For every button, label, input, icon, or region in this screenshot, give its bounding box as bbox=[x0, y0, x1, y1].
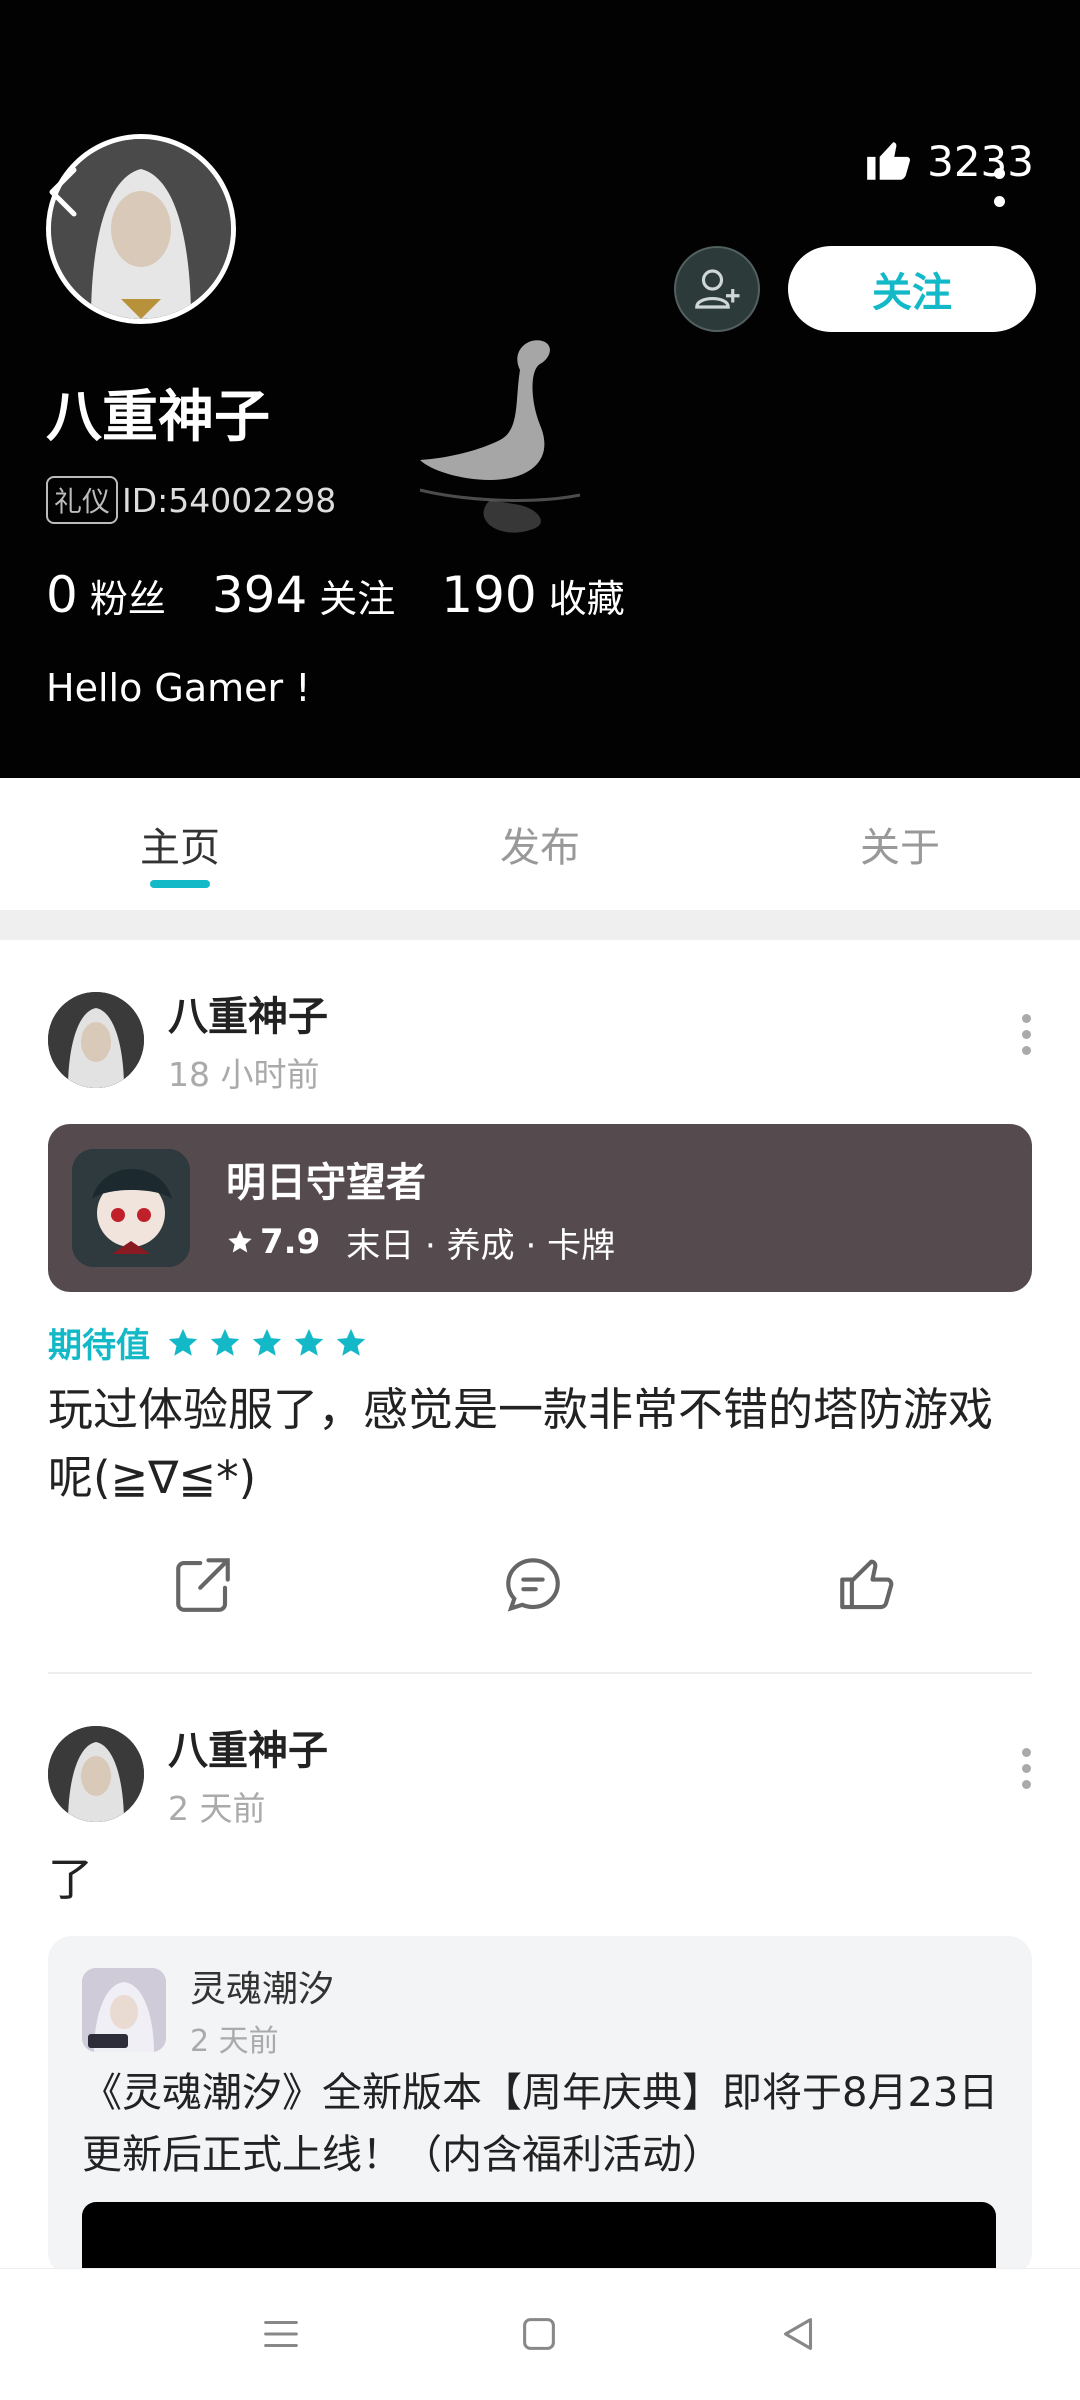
expectation-label: 期待值 bbox=[48, 1326, 150, 1366]
post-author-name[interactable]: 八重神子 bbox=[168, 984, 328, 1042]
profile-header: 3233 关注 八重神子 礼仪 ID:54002298 0 粉丝 394 关注 … bbox=[0, 0, 1080, 778]
shared-post-time: 2 天前 bbox=[190, 2024, 279, 2059]
post-content[interactable]: 了 bbox=[48, 1846, 1032, 1914]
like-icon[interactable] bbox=[834, 1552, 900, 1618]
back-arrow-icon[interactable] bbox=[44, 162, 84, 222]
post-content[interactable]: 玩过体验服了，感觉是一款非常不错的塔防游戏呢(≧∇≦*) bbox=[48, 1376, 1032, 1512]
profile-tabs: 主页 发布 关于 bbox=[0, 778, 1080, 910]
post-actions bbox=[0, 1552, 1080, 1632]
post-header: 八重神子 2 天前 bbox=[48, 1718, 328, 1830]
shared-post-card[interactable]: 灵魂潮汐 2 天前 《灵魂潮汐》全新版本【周年庆典】即将于8月23日更新后正式上… bbox=[48, 1936, 1032, 2276]
fans-label[interactable]: 粉丝 bbox=[90, 568, 166, 623]
more-options-icon[interactable] bbox=[992, 162, 1006, 212]
post-separator bbox=[48, 1672, 1032, 1674]
star-icon bbox=[168, 1328, 198, 1356]
game-tags: 末日 · 养成 · 卡牌 bbox=[346, 1225, 616, 1266]
star-icon bbox=[336, 1328, 366, 1356]
post-more-icon[interactable] bbox=[1020, 1738, 1034, 1798]
profile-stats: 0 粉丝 394 关注 190 收藏 bbox=[46, 566, 671, 624]
add-user-icon bbox=[695, 269, 740, 309]
share-icon[interactable] bbox=[170, 1552, 236, 1618]
swan-background-image bbox=[419, 340, 581, 533]
system-navigation-bar bbox=[0, 2268, 1080, 2400]
shared-post-text: 《灵魂潮汐》全新版本【周年庆典】即将于8月23日更新后正式上线！（内含福利活动） bbox=[82, 2070, 999, 2178]
shared-author-avatar bbox=[82, 1968, 166, 2052]
game-icon bbox=[72, 1149, 190, 1267]
profile-bio: Hello Gamer ! bbox=[46, 666, 311, 710]
post-header: 八重神子 18 小时前 bbox=[48, 984, 328, 1096]
game-card[interactable]: 明日守望者 7.9 末日 · 养成 · 卡牌 bbox=[48, 1124, 1032, 1292]
etiquette-badge: 礼仪 bbox=[46, 476, 119, 524]
likes-value: 3233 bbox=[927, 136, 1034, 186]
profile-id: ID:54002298 bbox=[122, 480, 337, 520]
menu-icon[interactable] bbox=[258, 2311, 304, 2357]
post-author-avatar[interactable] bbox=[48, 1726, 144, 1822]
fans-count[interactable]: 0 bbox=[46, 566, 78, 624]
post-time: 2 天前 bbox=[168, 1789, 266, 1828]
game-score: 7.9 bbox=[260, 1222, 321, 1262]
favorites-label[interactable]: 收藏 bbox=[549, 568, 625, 623]
section-divider bbox=[0, 910, 1080, 940]
post-time: 18 小时前 bbox=[168, 1055, 320, 1094]
star-icon bbox=[294, 1328, 324, 1356]
following-count[interactable]: 394 bbox=[212, 566, 307, 624]
follow-button[interactable]: 关注 bbox=[788, 246, 1036, 332]
likes-count: 3233 bbox=[863, 136, 1034, 186]
following-label[interactable]: 关注 bbox=[319, 568, 395, 623]
expectation-rating: 期待值 bbox=[48, 1318, 368, 1367]
comment-icon[interactable] bbox=[500, 1552, 566, 1618]
star-icon bbox=[210, 1328, 240, 1356]
star-icon bbox=[252, 1328, 282, 1356]
star-icon bbox=[228, 1230, 252, 1253]
rating-stars bbox=[166, 1326, 368, 1360]
add-friend-button[interactable] bbox=[674, 246, 760, 332]
favorites-count[interactable]: 190 bbox=[441, 566, 536, 624]
thumbs-up-icon bbox=[867, 142, 911, 180]
shared-author-name: 灵魂潮汐 bbox=[190, 1969, 335, 2010]
profile-username: 八重神子 bbox=[46, 385, 270, 450]
post-more-icon[interactable] bbox=[1020, 1004, 1034, 1064]
tab-posts[interactable]: 发布 bbox=[360, 778, 720, 910]
shared-post-media[interactable] bbox=[82, 2202, 996, 2276]
game-name: 明日守望者 bbox=[226, 1159, 426, 1206]
profile-id-row: 礼仪 ID:54002298 bbox=[46, 476, 336, 524]
back-triangle-icon[interactable] bbox=[776, 2311, 822, 2357]
tab-about[interactable]: 关于 bbox=[720, 778, 1080, 910]
post-author-avatar[interactable] bbox=[48, 992, 144, 1088]
home-square-icon[interactable] bbox=[516, 2311, 562, 2357]
post-author-name[interactable]: 八重神子 bbox=[168, 1718, 328, 1776]
tab-home[interactable]: 主页 bbox=[0, 778, 360, 910]
